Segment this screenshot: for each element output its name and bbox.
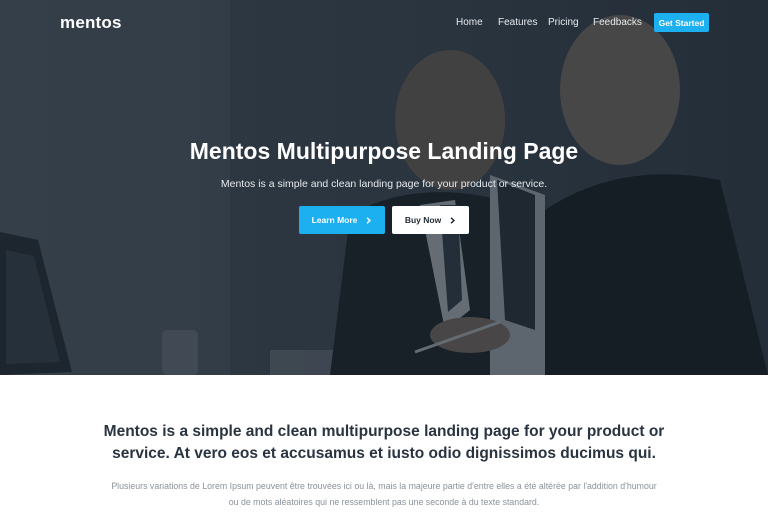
get-started-button[interactable]: Get Started <box>654 13 709 32</box>
chevron-right-icon <box>450 216 456 224</box>
learn-more-label: Learn More <box>311 215 358 225</box>
intro-body: Plusieurs variations de Lorem Ipsum peuv… <box>111 481 657 507</box>
hero-section: mentos Home Features Pricing Feedbacks G… <box>0 0 768 375</box>
buy-now-button[interactable]: Buy Now <box>392 206 469 234</box>
intro-heading: Mentos is a simple and clean multipurpos… <box>103 423 665 462</box>
nav-link-pricing[interactable]: Pricing <box>548 17 579 28</box>
logo[interactable]: mentos <box>60 13 122 33</box>
buy-now-label: Buy Now <box>404 215 442 225</box>
nav-link-features[interactable]: Features <box>498 17 537 28</box>
hero-title: Mentos Multipurpose Landing Page <box>189 138 579 164</box>
nav-link-home[interactable]: Home <box>456 17 483 28</box>
nav-link-feedbacks[interactable]: Feedbacks <box>593 17 642 28</box>
learn-more-button[interactable]: Learn More <box>299 206 385 234</box>
hero-subtitle: Mentos is a simple and clean landing pag… <box>220 178 548 190</box>
navbar: mentos Home Features Pricing Feedbacks G… <box>0 0 768 46</box>
chevron-right-icon <box>366 216 372 224</box>
